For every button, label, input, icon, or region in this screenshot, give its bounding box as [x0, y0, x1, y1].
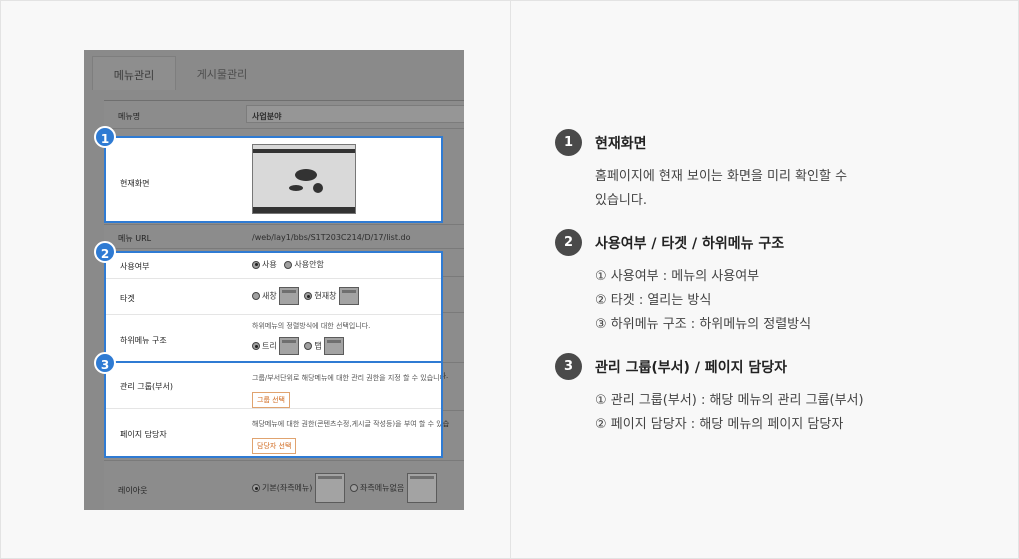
menu-name-value: 사업분야	[252, 112, 282, 121]
hl-new-window-icon	[279, 287, 300, 305]
explanation-3-title: 관리 그룹(부서) / 페이지 담당자	[595, 360, 787, 376]
row-layout: 레이아웃 기본(좌측메뉴) 좌측메뉴없음	[104, 461, 464, 510]
hl-select-manager-button[interactable]: 담당자 선택	[252, 438, 297, 454]
hl-radio-use-yes[interactable]	[252, 260, 260, 269]
radio-layout-default[interactable]	[252, 484, 260, 492]
hl-radio-use-no[interactable]	[284, 260, 293, 269]
radio-layout-nomenu[interactable]	[350, 484, 359, 492]
layout-options: 기본(좌측메뉴) 좌측메뉴없음	[252, 473, 437, 503]
label-menu-name: 메뉴명	[118, 112, 141, 121]
highlight-use-target-submenu: 사용여부 사용 사용안함 타겟 새창 현재창 하위메뉴 구조 하위메뉴의 정렬방…	[104, 251, 443, 363]
center-divider	[510, 0, 511, 559]
hl-select-group-button[interactable]: 그룹 선택	[252, 392, 290, 408]
tab-post-management[interactable]: 게시물관리	[180, 56, 264, 90]
highlight-current-screen: 현재화면	[104, 136, 443, 223]
badge-1: 1	[94, 126, 116, 148]
hl-current-window-icon	[339, 287, 360, 305]
menu-url-value: /web/lay1/bbs/S1T203C214/D/17/list.do	[252, 233, 411, 242]
hl-radio-target-new[interactable]	[252, 292, 260, 300]
hl-radio-submenu-tab[interactable]	[304, 342, 313, 350]
explanation-2-number: 2	[555, 229, 582, 256]
explanation-1-title: 현재화면	[595, 136, 647, 152]
hl-tree-icon	[279, 337, 300, 355]
hl-tab-icon	[324, 337, 345, 355]
explanation-3-number: 3	[555, 353, 582, 380]
highlight-group-manager: 관리 그룹(부서) 그룹/부서단위로 해당메뉴에 대한 관리 권한을 지정 할 …	[104, 361, 443, 458]
tab-bar: 메뉴관리 게시물관리	[84, 50, 464, 90]
explanation-1-line-1: 홈페이지에 현재 보이는 화면을 미리 확인할 수	[595, 169, 848, 184]
label-menu-url: 메뉴 URL	[118, 234, 152, 243]
row-menu-name: 메뉴명 사업분야	[104, 101, 464, 129]
explanation-2-title: 사용여부 / 타겟 / 하위메뉴 구조	[595, 236, 785, 252]
explanation-3-line-2: ② 페이지 담당자 : 해당 메뉴의 페이지 담당자	[595, 417, 844, 432]
explanation-2-line-2: ② 타겟 : 열리는 방식	[595, 293, 712, 308]
row-menu-url: 메뉴 URL /web/lay1/bbs/S1T203C214/D/17/lis…	[104, 225, 464, 249]
hl-radio-target-current[interactable]	[304, 292, 313, 300]
badge-3: 3	[94, 352, 116, 374]
hl-radio-submenu-tree[interactable]	[252, 342, 260, 350]
badge-2: 2	[94, 241, 116, 263]
layout-default-icon	[314, 473, 345, 503]
explanation-3-line-1: ① 관리 그룹(부서) : 해당 메뉴의 관리 그룹(부서)	[595, 393, 864, 408]
explanation-2-line-1: ① 사용여부 : 메뉴의 사용여부	[595, 269, 760, 284]
explanation-1-number: 1	[555, 129, 582, 156]
explanation-1-line-2: 있습니다.	[595, 193, 647, 208]
layout-nomenu-icon	[406, 473, 437, 503]
tab-menu-management[interactable]: 메뉴관리	[92, 56, 176, 90]
label-layout: 레이아웃	[118, 486, 148, 495]
highlight-thumbnail	[252, 144, 356, 214]
explanation-2-line-3: ③ 하위메뉴 구조 : 하위메뉴의 정렬방식	[595, 317, 812, 332]
